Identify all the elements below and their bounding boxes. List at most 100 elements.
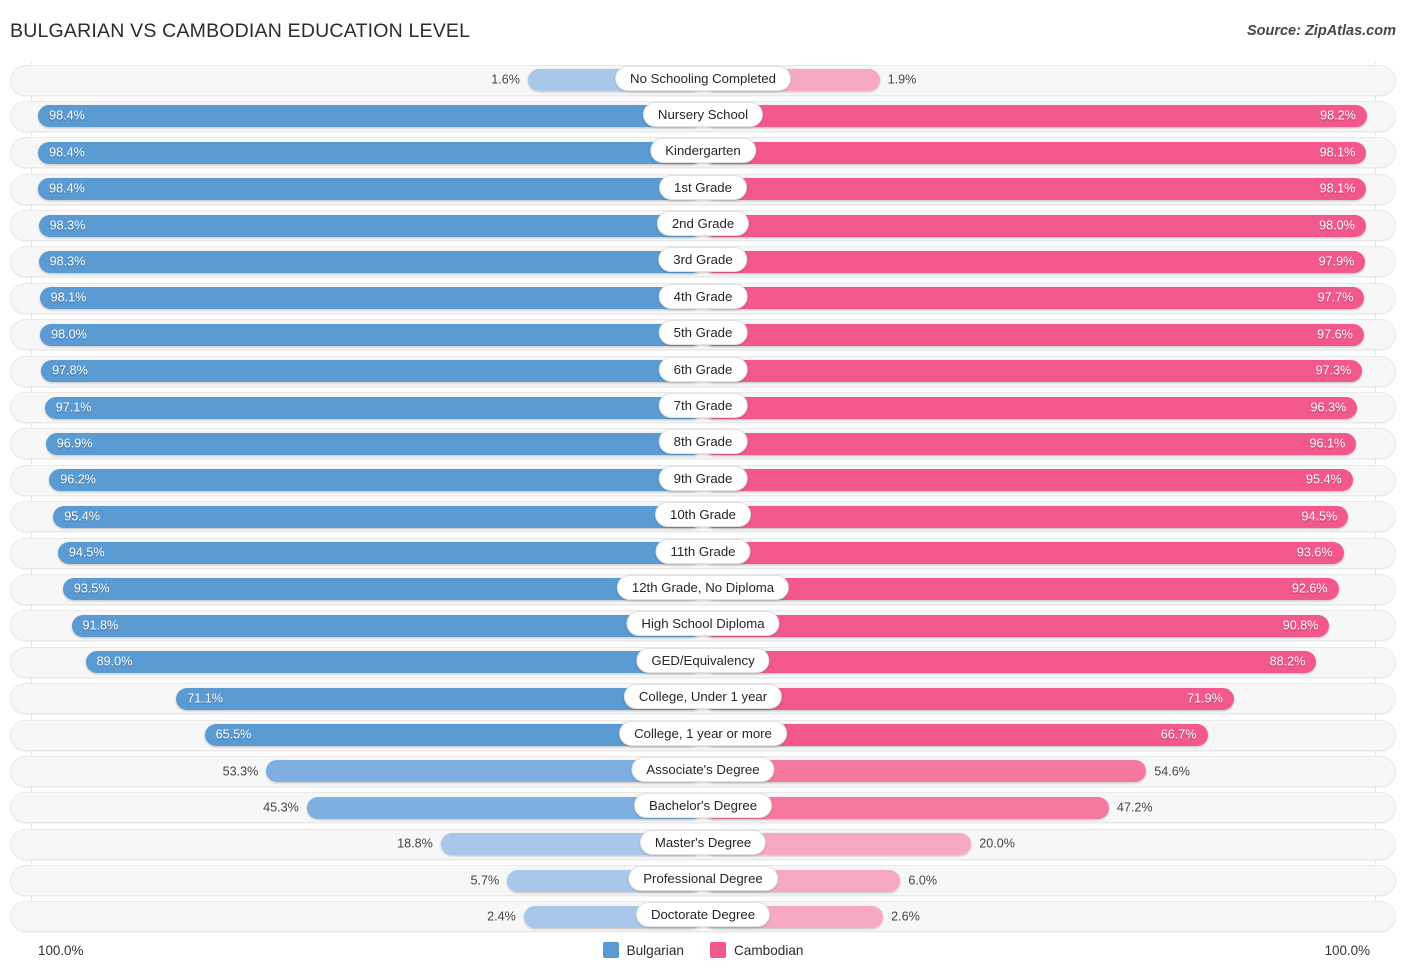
category-label-pill[interactable]: Associate's Degree — [631, 756, 775, 782]
bar-value-cambodian: 20.0% — [979, 837, 1015, 852]
bar-bulgarian[interactable]: 97.1% — [44, 396, 703, 419]
category-label-pill[interactable]: 9th Grade — [658, 465, 748, 491]
table-row[interactable]: 71.1% 71.9% College, Under 1 year — [0, 681, 1406, 717]
category-label-pill[interactable]: 3rd Grade — [658, 247, 748, 273]
table-row[interactable]: 65.5% 66.7% College, 1 year or more — [0, 717, 1406, 753]
bar-cambodian[interactable]: 98.2% — [703, 105, 1367, 128]
table-row[interactable]: 97.1% 96.3% 7th Grade — [0, 390, 1406, 426]
bar-cambodian[interactable]: 88.2% — [703, 651, 1317, 674]
bar-cambodian[interactable]: 98.0% — [703, 214, 1366, 237]
table-row[interactable]: 98.4% 98.1% Kindergarten — [0, 135, 1406, 171]
bar-cambodian[interactable]: 96.1% — [703, 432, 1357, 455]
table-row[interactable]: 97.8% 97.3% 6th Grade — [0, 353, 1406, 389]
bar-bulgarian[interactable]: 91.8% — [71, 614, 703, 637]
category-label-pill[interactable]: 11th Grade — [655, 538, 751, 564]
bar-bulgarian[interactable]: 97.8% — [41, 360, 703, 383]
table-row[interactable]: 96.9% 96.1% 8th Grade — [0, 426, 1406, 462]
category-label-pill[interactable]: Doctorate Degree — [635, 902, 771, 928]
bar-bulgarian[interactable]: 98.0% — [40, 323, 703, 346]
bar-bulgarian[interactable]: 98.3% — [38, 250, 703, 273]
bar-bulgarian[interactable]: 98.4% — [38, 141, 703, 164]
category-label-pill[interactable]: 5th Grade — [658, 320, 748, 346]
table-row[interactable]: 98.3% 97.9% 3rd Grade — [0, 244, 1406, 280]
bar-bulgarian[interactable]: 95.4% — [53, 505, 703, 528]
bar-value-bulgarian: 1.6% — [491, 72, 520, 87]
bar-value-cambodian: 97.3% — [1315, 363, 1352, 378]
bar-bulgarian[interactable]: 96.9% — [45, 432, 703, 455]
legend-item-cambodian[interactable]: Cambodian — [709, 942, 803, 958]
table-row[interactable]: 91.8% 90.8% High School Diploma — [0, 608, 1406, 644]
category-label-pill[interactable]: 10th Grade — [655, 502, 751, 528]
category-label-pill[interactable]: 4th Grade — [658, 283, 748, 309]
category-label-pill[interactable]: College, 1 year or more — [619, 720, 787, 746]
table-row[interactable]: 98.3% 98.0% 2nd Grade — [0, 208, 1406, 244]
bar-cambodian[interactable]: 97.7% — [703, 287, 1365, 310]
bar-cambodian[interactable]: 71.9% — [703, 687, 1234, 710]
bar-cambodian[interactable]: 92.6% — [703, 578, 1339, 601]
bar-bulgarian[interactable]: 98.1% — [39, 287, 703, 310]
category-label-pill[interactable]: High School Diploma — [626, 611, 780, 637]
bar-cambodian[interactable]: 98.1% — [703, 178, 1367, 201]
category-label-pill[interactable]: Nursery School — [642, 101, 764, 127]
category-label-pill[interactable]: College, Under 1 year — [623, 684, 783, 710]
category-label-pill[interactable]: 1st Grade — [659, 174, 747, 200]
table-row[interactable]: 94.5% 93.6% 11th Grade — [0, 535, 1406, 571]
bar-cambodian[interactable]: 97.3% — [703, 360, 1363, 383]
table-row[interactable]: 98.4% 98.2% Nursery School — [0, 98, 1406, 134]
bar-value-cambodian: 98.1% — [1319, 181, 1356, 196]
category-label-pill[interactable]: 8th Grade — [658, 429, 748, 455]
bar-value-bulgarian: 98.0% — [51, 327, 87, 342]
bar-bulgarian[interactable]: 98.4% — [38, 105, 703, 128]
table-row[interactable]: 2.4% 2.6% Doctorate Degree — [0, 899, 1406, 935]
table-row[interactable]: 98.4% 98.1% 1st Grade — [0, 171, 1406, 207]
bar-value-bulgarian: 98.4% — [49, 181, 85, 196]
bar-cambodian[interactable]: 98.1% — [703, 141, 1367, 164]
category-label-pill[interactable]: 6th Grade — [658, 356, 748, 382]
table-row[interactable]: 96.2% 95.4% 9th Grade — [0, 462, 1406, 498]
table-row[interactable]: 98.1% 97.7% 4th Grade — [0, 280, 1406, 316]
table-row[interactable]: 89.0% 88.2% GED/Equivalency — [0, 644, 1406, 680]
bar-cambodian[interactable]: 96.3% — [703, 396, 1358, 419]
legend-item-bulgarian[interactable]: Bulgarian — [602, 942, 684, 958]
bar-bulgarian[interactable]: 94.5% — [57, 542, 703, 565]
bar-row-list: 1.6% 1.9% No Schooling Completed 98.4% 98.2%… — [0, 62, 1406, 935]
category-label-pill[interactable]: 12th Grade, No Diploma — [616, 574, 790, 600]
category-label-pill[interactable]: Professional Degree — [628, 866, 778, 892]
category-label-pill[interactable]: 7th Grade — [658, 393, 748, 419]
bar-value-bulgarian: 98.4% — [49, 109, 85, 124]
bar-value-bulgarian: 95.4% — [64, 509, 100, 524]
bar-cambodian[interactable]: 93.6% — [703, 542, 1344, 565]
bar-bulgarian[interactable]: 89.0% — [85, 651, 703, 674]
table-row[interactable]: 95.4% 94.5% 10th Grade — [0, 499, 1406, 535]
bar-value-cambodian: 66.7% — [1160, 727, 1197, 742]
bar-value-cambodian: 90.8% — [1282, 618, 1319, 633]
table-row[interactable]: 98.0% 97.6% 5th Grade — [0, 317, 1406, 353]
table-row[interactable]: 93.5% 92.6% 12th Grade, No Diploma — [0, 571, 1406, 607]
category-label-pill[interactable]: Master's Degree — [639, 829, 767, 855]
table-row[interactable]: 5.7% 6.0% Professional Degree — [0, 863, 1406, 899]
chart-legend: Bulgarian Cambodian — [0, 942, 1406, 958]
category-label-pill[interactable]: Bachelor's Degree — [633, 793, 773, 819]
table-row[interactable]: 1.6% 1.9% No Schooling Completed — [0, 62, 1406, 98]
chart-header: BULGARIAN VS CAMBODIAN EDUCATION LEVEL S… — [0, 0, 1406, 58]
bar-bulgarian[interactable]: 96.2% — [49, 469, 703, 492]
bar-cambodian[interactable]: 95.4% — [703, 469, 1353, 492]
table-row[interactable]: 18.8% 20.0% Master's Degree — [0, 826, 1406, 862]
bar-cambodian[interactable]: 94.5% — [703, 505, 1349, 528]
bar-value-cambodian: 71.9% — [1187, 691, 1223, 706]
bar-value-cambodian: 54.6% — [1154, 764, 1190, 779]
category-label-pill[interactable]: GED/Equivalency — [636, 647, 770, 673]
table-row[interactable]: 53.3% 54.6% Associate's Degree — [0, 753, 1406, 789]
table-row[interactable]: 45.3% 47.2% Bachelor's Degree — [0, 790, 1406, 826]
bar-bulgarian[interactable]: 93.5% — [62, 578, 703, 601]
bar-value-cambodian: 97.9% — [1318, 254, 1355, 269]
bar-bulgarian[interactable]: 98.4% — [38, 178, 703, 201]
category-label-pill[interactable]: Kindergarten — [650, 138, 756, 164]
bar-cambodian[interactable]: 97.9% — [703, 250, 1366, 273]
bar-cambodian[interactable]: 97.6% — [703, 323, 1364, 346]
category-label-pill[interactable]: 2nd Grade — [656, 211, 750, 237]
bar-value-bulgarian: 96.2% — [60, 473, 96, 487]
bar-cambodian[interactable]: 90.8% — [703, 614, 1330, 637]
category-label-pill[interactable]: No Schooling Completed — [615, 65, 791, 91]
bar-bulgarian[interactable]: 98.3% — [38, 214, 703, 237]
